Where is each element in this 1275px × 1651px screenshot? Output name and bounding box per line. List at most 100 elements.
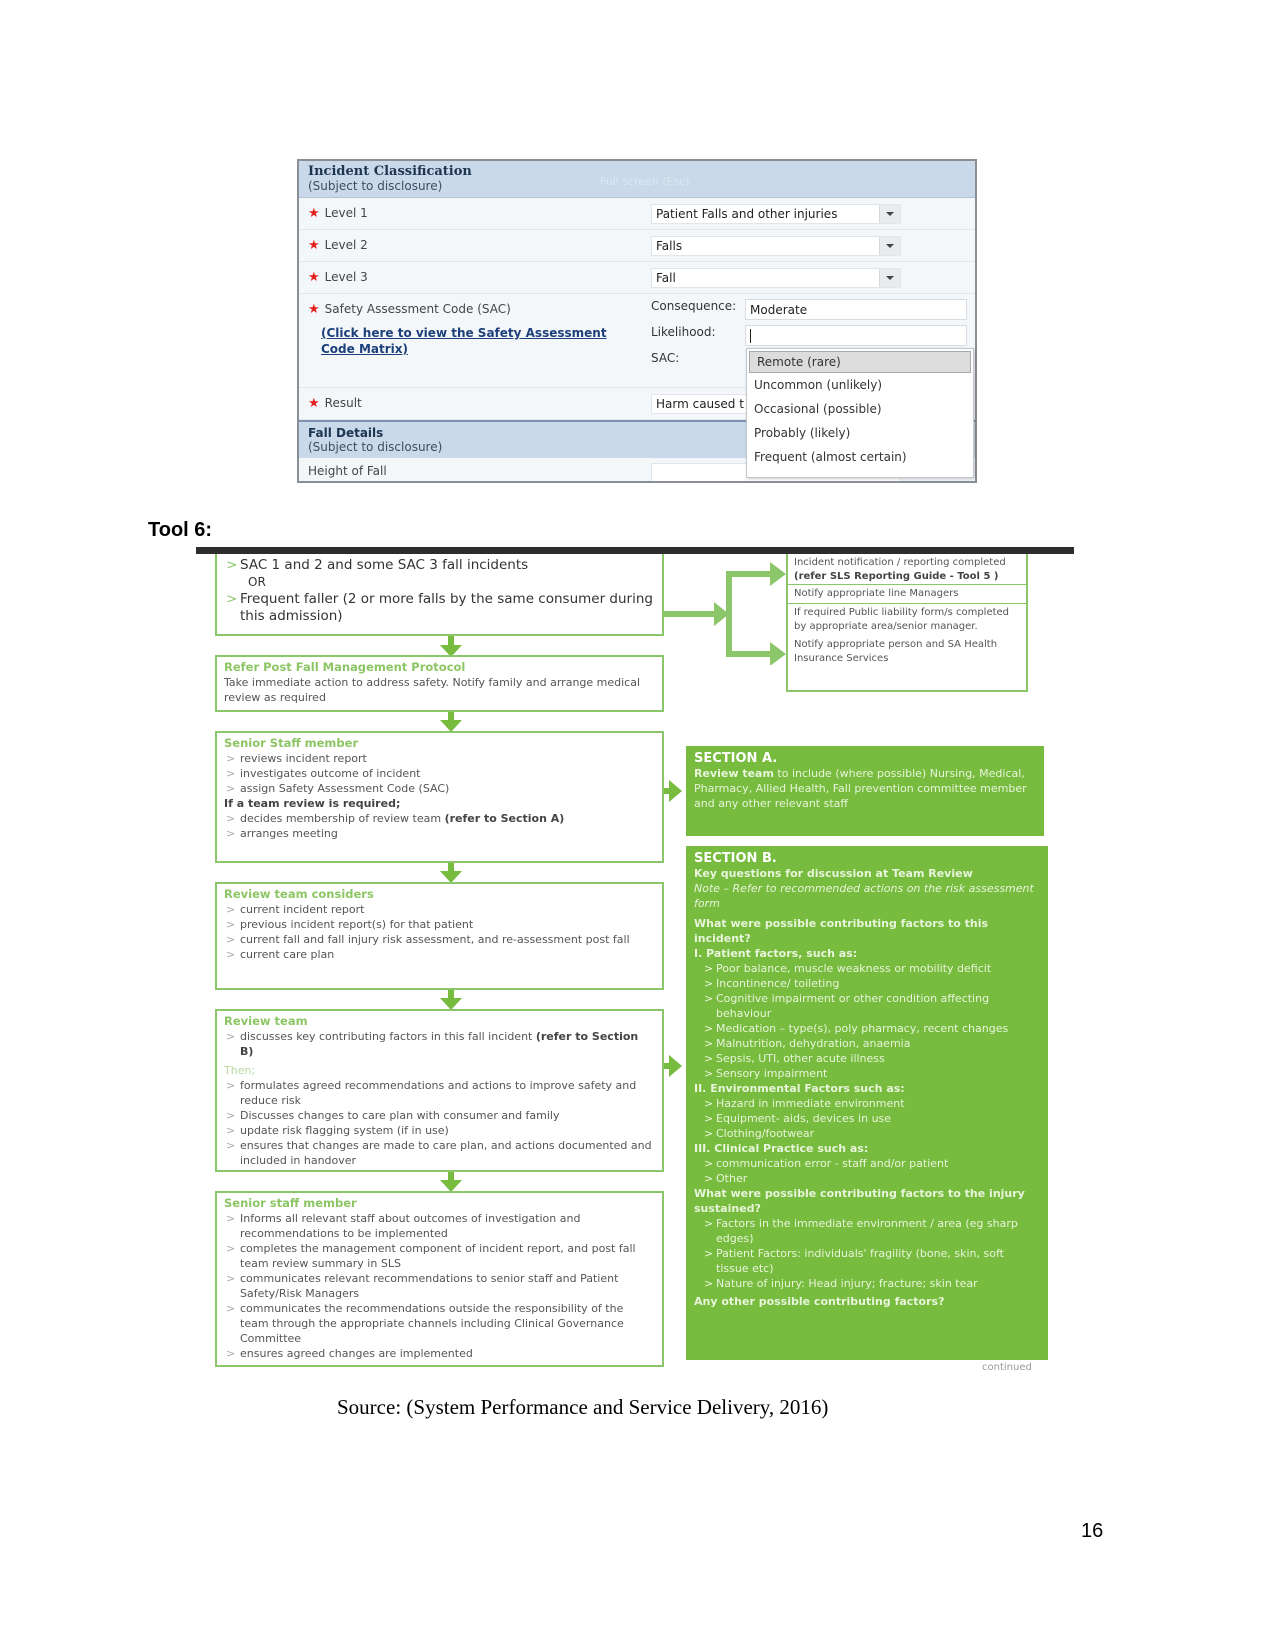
level-2-value: Falls (656, 239, 683, 253)
level-1-label: Level 1 (324, 206, 368, 220)
senior-staff-title: Senior Staff member (224, 736, 359, 750)
list-item: communication error - staff and/or patie… (694, 1156, 1040, 1171)
list-item: Cognitive impairment or other condition … (694, 991, 1040, 1021)
list-item: current incident report (224, 902, 655, 917)
required-star-icon: ★ (308, 238, 320, 253)
then-label: Then; (224, 1064, 256, 1077)
list-item: formulates agreed recommendations and ac… (224, 1078, 655, 1108)
list-item: Medication – type(s), poly pharmacy, rec… (694, 1021, 1040, 1036)
considers-title: Review team considers (224, 887, 374, 901)
sac-matrix-link[interactable]: (Click here to view the Safety Assessmen… (321, 325, 621, 357)
review-team-title: Review team (224, 1014, 308, 1028)
question: What were possible contributing factors … (694, 1187, 1025, 1215)
notification-text: Incident notification / reporting comple… (794, 557, 1006, 568)
list-item: Sensory impairment (694, 1066, 1040, 1081)
list-item: communicates the recommendations outside… (224, 1301, 655, 1346)
notify-managers: Notify appropriate line Managers (788, 584, 1026, 604)
list-item: communicates relevant recommendations to… (224, 1271, 655, 1301)
question: Any other possible contributing factors? (694, 1295, 945, 1308)
senior-staff-box: Senior Staff member reviews incident rep… (215, 731, 664, 863)
branch-arrow-icon (664, 562, 786, 665)
list-item: ensures that changes are made to care pl… (224, 1138, 655, 1168)
level-2-label: Level 2 (324, 238, 368, 252)
chevron-down-icon[interactable] (879, 269, 900, 287)
list-item: discusses key contributing factors in th… (224, 1029, 655, 1059)
dropdown-option[interactable]: Remote (rare) (749, 351, 971, 373)
consequence-field[interactable]: Moderate (745, 299, 967, 320)
list-item: current care plan (224, 947, 655, 962)
group-heading: I. Patient factors, such as: (694, 947, 858, 960)
section-b-box: SECTION B. Key questions for discussion … (686, 846, 1048, 1360)
list-item: arranges meeting (224, 826, 655, 841)
likelihood-dropdown[interactable]: Remote (rare) Uncommon (unlikely) Occasi… (746, 348, 974, 478)
protocol-text: Take immediate action to address safety.… (224, 676, 641, 704)
level-1-value: Patient Falls and other injuries (656, 207, 838, 221)
tool-heading: Tool 6: (148, 519, 213, 541)
list-item: Malnutrition, dehydration, anaemia (694, 1036, 1040, 1051)
flow-start-item: SAC 1 and 2 and some SAC 3 fall incident… (224, 557, 655, 574)
list-item: Patient Factors: individuals' fragility … (694, 1246, 1040, 1276)
list-item: Informs all relevant staff about outcome… (224, 1211, 655, 1241)
dropdown-option[interactable]: Uncommon (unlikely) (747, 373, 973, 397)
required-star-icon: ★ (308, 396, 320, 411)
list-item: assign Safety Assessment Code (SAC) (224, 781, 655, 796)
list-item: update risk flagging system (if in use) (224, 1123, 655, 1138)
continued-label: continued (982, 1362, 1032, 1373)
list-item: Hazard in immediate environment (694, 1096, 1040, 1111)
dropdown-option[interactable]: Occasional (possible) (747, 397, 973, 421)
list-item: current fall and fall injury risk assess… (224, 932, 655, 947)
list-item: Discusses changes to care plan with cons… (224, 1108, 655, 1123)
arrow-down-icon (440, 1171, 462, 1192)
level-1-select[interactable]: Patient Falls and other injuries (651, 204, 901, 224)
level-1-row: ★ Level 1 Patient Falls and other injurie… (299, 198, 975, 230)
likelihood-label: Likelihood: (651, 325, 716, 339)
section-a-box: SECTION A. Review team to include (where… (686, 746, 1044, 836)
likelihood-input[interactable] (745, 325, 967, 346)
list-item: reviews incident report (224, 751, 655, 766)
list-item: Nature of injury: Head injury; fracture;… (694, 1276, 1040, 1291)
text-cursor (750, 329, 751, 343)
arrow-down-icon (440, 862, 462, 883)
arrow-down-icon (440, 989, 462, 1010)
group-heading: III. Clinical Practice such as: (694, 1142, 869, 1155)
notification-box: Incident notification / reporting comple… (786, 554, 1028, 692)
protocol-title: Refer Post Fall Management Protocol (224, 660, 466, 674)
sac-code-label: SAC: (651, 351, 680, 365)
level-3-value: Fall (656, 271, 676, 285)
chevron-down-icon[interactable] (879, 237, 900, 255)
senior-staff-followup-title: Senior staff member (224, 1196, 357, 1210)
group-heading: II. Environmental Factors such as: (694, 1082, 905, 1095)
level-3-label: Level 3 (324, 270, 368, 284)
section-b-note: Note – Refer to recommended actions on t… (694, 882, 1034, 910)
list-item: completes the management component of in… (224, 1241, 655, 1271)
flow-start-box: SAC 1 and 2 and some SAC 3 fall incident… (215, 554, 664, 636)
notify-insurance-text: Notify appropriate person and SA Health … (794, 639, 998, 664)
notification-ref: (refer SLS Reporting Guide - Tool 5 ) (794, 571, 999, 582)
list-item: Other (694, 1171, 1040, 1186)
section-b-title: SECTION B. (694, 851, 777, 866)
flow-start-or: OR (248, 575, 266, 589)
list-item: Equipment- aids, devices in use (694, 1111, 1040, 1126)
required-star-icon: ★ (308, 206, 320, 221)
full-screen-hint: Full screen (Esc) (600, 175, 690, 188)
list-item: decides membership of review team (refer… (224, 811, 655, 826)
level-2-row: ★ Level 2 Falls (299, 230, 975, 262)
level-2-select[interactable]: Falls (651, 236, 901, 256)
review-team-considers-box: Review team considers current incident r… (215, 882, 664, 990)
team-review-condition: If a team review is required; (224, 797, 401, 810)
dropdown-option[interactable]: Frequent (almost certain) (747, 445, 973, 469)
post-fall-protocol-box: Refer Post Fall Management Protocol Take… (215, 655, 664, 712)
dropdown-option[interactable]: Probably (likely) (747, 421, 973, 445)
list-item: investigates outcome of incident (224, 766, 655, 781)
list-item: Incontinence/ toileting (694, 976, 1040, 991)
level-3-row: ★ Level 3 Fall (299, 262, 975, 294)
list-item: Clothing/footwear (694, 1126, 1040, 1141)
list-item: Poor balance, muscle weakness or mobilit… (694, 961, 1040, 976)
level-3-select[interactable]: Fall (651, 268, 901, 288)
question: What were possible contributing factors … (694, 917, 989, 945)
flowchart-top-bar (196, 547, 1074, 554)
chevron-down-icon[interactable] (879, 205, 900, 223)
list-item: Factors in the immediate environment / a… (694, 1216, 1040, 1246)
page-number: 16 (1081, 1520, 1104, 1542)
consequence-label: Consequence: (651, 299, 737, 313)
